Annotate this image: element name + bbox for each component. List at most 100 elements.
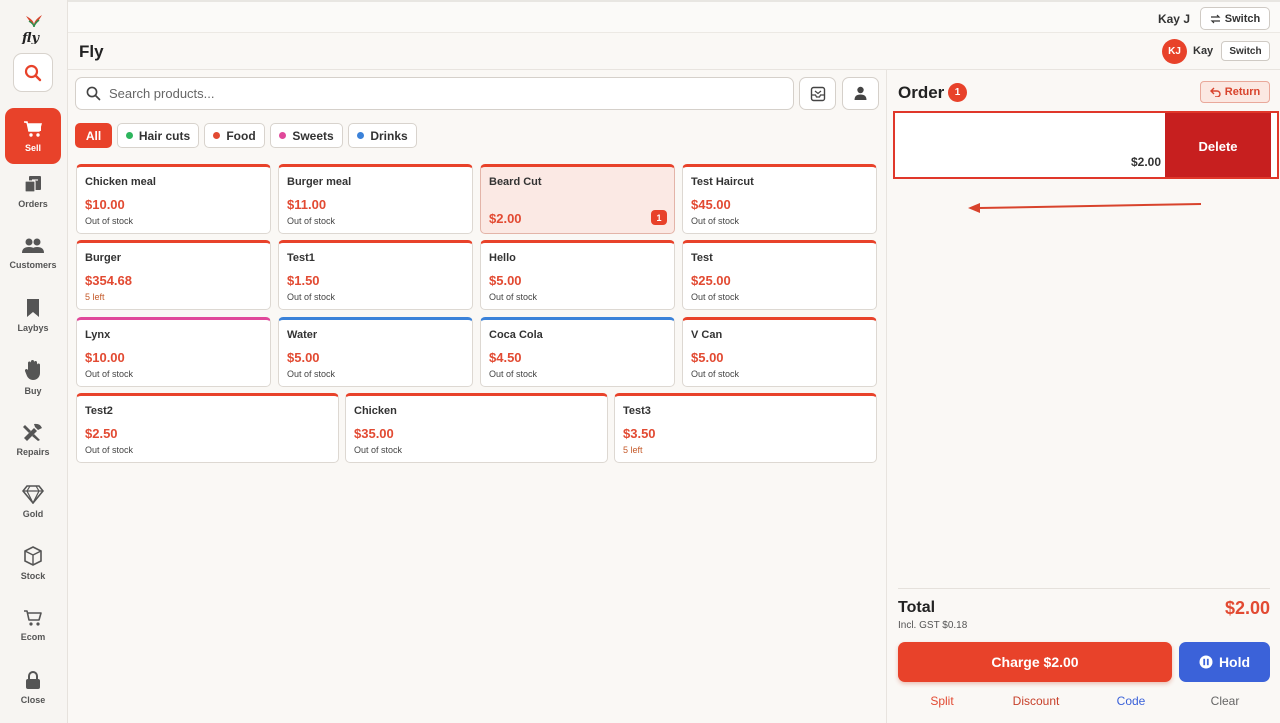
- product-card[interactable]: Test Haircut $45.00 Out of stock: [682, 164, 877, 234]
- return-icon: [1209, 87, 1221, 97]
- header-switch-button[interactable]: Switch: [1221, 41, 1270, 61]
- product-name: Test3: [623, 405, 651, 417]
- product-stock: Out of stock: [85, 369, 134, 379]
- category-label: Hair cuts: [138, 128, 191, 143]
- order-line-item[interactable]: $2.00 Delete: [893, 111, 1279, 179]
- swap-icon: [1210, 14, 1221, 23]
- box-icon: [24, 545, 42, 566]
- product-name: V Can: [691, 329, 723, 341]
- product-card[interactable]: Burger meal $11.00 Out of stock: [278, 164, 473, 234]
- product-card[interactable]: Test1 $1.50 Out of stock: [278, 240, 473, 310]
- sidebar-item-ecom[interactable]: Ecom: [5, 597, 61, 653]
- sidebar-item-label: Gold: [22, 508, 44, 519]
- sidebar-item-orders[interactable]: Orders: [5, 163, 61, 219]
- category-label: Sweets: [292, 128, 334, 143]
- product-stock: Out of stock: [691, 292, 740, 302]
- sidebar-item-label: Stock: [20, 570, 46, 581]
- category-sweets[interactable]: Sweets: [270, 123, 343, 148]
- sidebar-item-gold[interactable]: Gold: [5, 473, 61, 529]
- category-all[interactable]: All: [75, 123, 112, 148]
- sidebar-item-label: Repairs: [16, 446, 50, 457]
- product-card[interactable]: Lynx $10.00 Out of stock: [76, 317, 271, 387]
- category-drinks[interactable]: Drinks: [348, 123, 417, 148]
- product-card[interactable]: Chicken meal $10.00 Out of stock: [76, 164, 271, 234]
- category-food[interactable]: Food: [204, 123, 265, 148]
- hold-button[interactable]: Hold: [1179, 642, 1270, 682]
- product-stock: 5 left: [623, 445, 643, 455]
- split-link[interactable]: Split: [895, 694, 989, 708]
- product-price: $3.50: [623, 426, 656, 441]
- return-button[interactable]: Return: [1200, 81, 1270, 103]
- product-card[interactable]: Burger $354.68 5 left: [76, 240, 271, 310]
- diamond-icon: [22, 484, 44, 504]
- sidebar-item-sell[interactable]: Sell: [5, 108, 61, 164]
- delete-button[interactable]: Delete: [1165, 113, 1271, 177]
- sidebar-item-customers[interactable]: Customers: [5, 225, 61, 281]
- total-label: Total: [898, 599, 936, 616]
- order-line-price: $2.00: [1131, 155, 1162, 169]
- category-dot: [279, 132, 287, 139]
- header-divider: [68, 69, 1280, 70]
- cart-icon: [24, 120, 42, 137]
- product-name: Hello: [489, 252, 516, 264]
- category-dot: [213, 132, 221, 139]
- product-price: $10.00: [85, 350, 125, 365]
- search-icon: [24, 64, 42, 81]
- search-input[interactable]: [109, 86, 793, 101]
- product-price: $5.00: [287, 350, 320, 365]
- pause-icon: [1199, 655, 1213, 669]
- product-stock: Out of stock: [691, 369, 740, 379]
- discount-link[interactable]: Discount: [989, 694, 1083, 708]
- product-card[interactable]: Test3 $3.50 5 left: [614, 393, 877, 463]
- product-stock: Out of stock: [691, 216, 740, 226]
- product-name: Burger: [85, 252, 122, 264]
- lock-icon: [26, 670, 40, 689]
- category-hair-cuts[interactable]: Hair cuts: [117, 123, 199, 148]
- product-price: $1.50: [287, 273, 320, 288]
- code-link[interactable]: Code: [1084, 694, 1178, 708]
- category-dot: [125, 132, 133, 139]
- sidebar-item-buy[interactable]: Buy: [5, 349, 61, 405]
- inbox-icon: [810, 86, 825, 101]
- product-name: Beard Cut: [489, 176, 542, 188]
- sidebar-item-stock[interactable]: Stock: [5, 535, 61, 591]
- product-price: $5.00: [489, 273, 522, 288]
- clear-link[interactable]: Clear: [1178, 694, 1272, 708]
- product-price: $2.50: [85, 426, 118, 441]
- product-card[interactable]: Water $5.00 Out of stock: [278, 317, 473, 387]
- sidebar-item-repairs[interactable]: Repairs: [5, 411, 61, 467]
- product-card[interactable]: V Can $5.00 Out of stock: [682, 317, 877, 387]
- person-icon: [854, 86, 867, 100]
- sidebar-item-close[interactable]: Close: [5, 659, 61, 715]
- gst-label: Incl. GST $0.18: [898, 620, 968, 631]
- top-user-name: Kay J: [1157, 12, 1190, 26]
- product-card[interactable]: Hello $5.00 Out of stock: [480, 240, 675, 310]
- avatar[interactable]: KJ: [1162, 39, 1187, 64]
- category-label: Food: [226, 128, 256, 143]
- product-card[interactable]: Chicken $35.00 Out of stock: [345, 393, 608, 463]
- sidebar: fly Sell Orders Customers Laybys Buy Rep…: [0, 0, 68, 723]
- category-dot: [357, 132, 365, 139]
- product-search[interactable]: [75, 77, 794, 110]
- product-card[interactable]: Test $25.00 Out of stock: [682, 240, 877, 310]
- order-title: Order: [898, 83, 945, 102]
- search-icon-button[interactable]: [13, 53, 53, 92]
- product-card[interactable]: Test2 $2.50 Out of stock: [76, 393, 339, 463]
- sidebar-item-label: Laybys: [17, 322, 49, 333]
- product-name: Coca Cola: [489, 329, 543, 341]
- inbox-button[interactable]: [799, 77, 836, 110]
- product-stock: Out of stock: [85, 216, 134, 226]
- svg-text:fly: fly: [21, 31, 40, 44]
- product-stock: Out of stock: [287, 292, 336, 302]
- customer-button[interactable]: [842, 77, 879, 110]
- product-name: Test1: [287, 252, 315, 264]
- charge-button[interactable]: Charge $2.00: [898, 642, 1172, 682]
- swipe-arrow-annotation: [968, 203, 1202, 213]
- product-card[interactable]: Coca Cola $4.50 Out of stock: [480, 317, 675, 387]
- product-name: Test Haircut: [691, 176, 754, 188]
- return-label: Return: [1224, 86, 1261, 98]
- top-switch-button[interactable]: Switch: [1200, 7, 1270, 30]
- product-stock: Out of stock: [489, 369, 538, 379]
- product-card-selected[interactable]: Beard Cut $2.00 1: [480, 164, 675, 234]
- sidebar-item-laybys[interactable]: Laybys: [5, 287, 61, 343]
